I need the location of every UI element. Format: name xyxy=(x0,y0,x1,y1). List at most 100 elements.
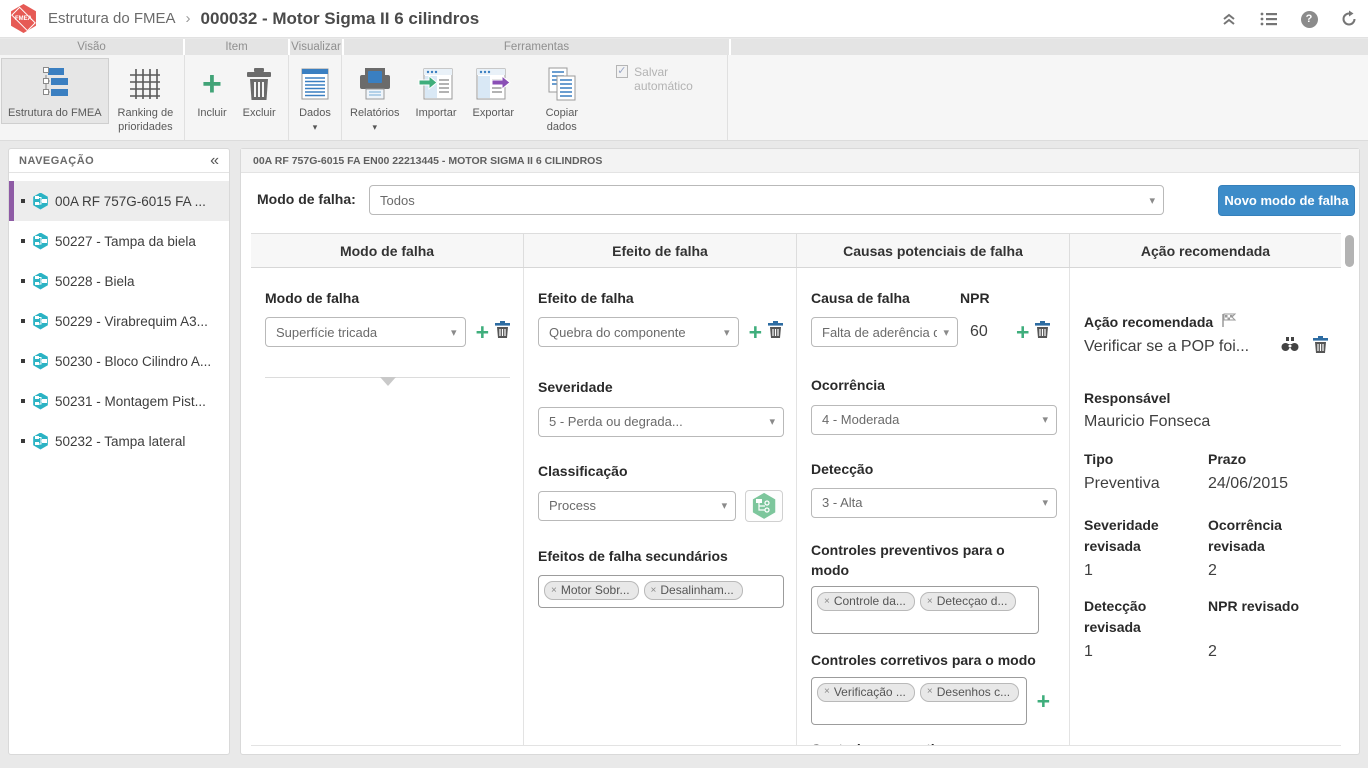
dados-button[interactable]: Dados ▾ xyxy=(292,58,338,134)
controles-preventivos-causa-label: Controles preventivos para a causa xyxy=(811,739,1031,745)
add-causa-icon[interactable]: + xyxy=(1016,322,1029,342)
acao-label: Ação recomendada xyxy=(1084,312,1213,332)
dropdown-caret-icon: ▾ xyxy=(943,326,949,339)
scrollbar-thumb[interactable] xyxy=(1345,235,1354,267)
row-expander[interactable] xyxy=(265,377,510,378)
nav-item-label: 50228 - Biela xyxy=(55,274,135,289)
breadcrumb-separator-icon: › xyxy=(186,10,191,27)
novo-modo-de-falha-button[interactable]: Novo modo de falha xyxy=(1218,185,1355,216)
tipo-value: Preventiva xyxy=(1084,475,1208,493)
bullet-icon xyxy=(21,359,25,363)
modo-de-falha-filter-select[interactable]: Todos ▾ xyxy=(369,185,1164,215)
exportar-button[interactable]: Exportar xyxy=(466,58,522,124)
column-header-modo: Modo de falha xyxy=(251,234,524,267)
collapse-panel-icon[interactable]: « xyxy=(210,154,219,168)
nav-item-5[interactable]: 50231 - Montagem Pist... xyxy=(9,381,229,421)
severidade-select[interactable]: 5 - Perda ou degrada... ▾ xyxy=(538,407,784,437)
prazo-value: 24/06/2015 xyxy=(1208,475,1328,493)
causa-label: Causa de falha xyxy=(811,288,960,308)
efeito-select[interactable]: Quebra do componente ▾ xyxy=(538,317,739,347)
acao-text[interactable]: Verificar se a POP foi... xyxy=(1084,338,1275,356)
help-icon[interactable]: ? xyxy=(1300,10,1318,28)
classificacao-select[interactable]: Process ▾ xyxy=(538,491,736,521)
ribbon-group-item: Item xyxy=(185,39,288,55)
vertical-scrollbar[interactable] xyxy=(1345,235,1354,744)
list-menu-icon[interactable] xyxy=(1260,10,1278,28)
add-modo-icon[interactable]: + xyxy=(476,322,489,342)
ocorrencia-select[interactable]: 4 - Moderada ▾ xyxy=(811,405,1057,435)
relatorios-button[interactable]: Relatórios ▾ xyxy=(343,58,407,134)
delete-acao-trash-icon[interactable] xyxy=(1313,336,1328,358)
severidade-label: Severidade xyxy=(538,377,783,397)
tag: ×Detecçao d... xyxy=(920,592,1017,611)
ranking-prioridades-button[interactable]: Ranking de prioridades xyxy=(111,58,181,138)
remove-tag-icon[interactable]: × xyxy=(551,585,557,596)
controles-preventivos-modo-label: Controles preventivos para o modo xyxy=(811,540,1031,581)
component-hexagon-icon xyxy=(32,193,49,210)
efeitos-secundarios-tagbox[interactable]: ×Motor Sobr... ×Desalinham... xyxy=(538,575,784,608)
tag: ×Verificação ... xyxy=(817,683,915,702)
printer-icon xyxy=(357,64,393,104)
add-efeito-icon[interactable]: + xyxy=(749,322,762,342)
component-header: 00A RF 757G-6015 FA EN00 22213445 - MOTO… xyxy=(241,149,1359,173)
delete-efeito-trash-icon[interactable] xyxy=(768,321,783,343)
component-hexagon-icon xyxy=(32,233,49,250)
efeito-de-falha-column: Efeito de falha Quebra do componente ▾ +… xyxy=(524,268,797,745)
nav-item-label: 50231 - Montagem Pist... xyxy=(55,394,206,409)
page-title: 000032 - Motor Sigma II 6 cilindros xyxy=(201,9,480,29)
npr-label: NPR xyxy=(960,288,1056,308)
fmea-columns: Modo de falha Efeito de falha Causas pot… xyxy=(251,233,1341,746)
refresh-icon[interactable] xyxy=(1340,10,1358,28)
tag: ×Motor Sobr... xyxy=(544,581,639,600)
severidade-revisada-value: 1 xyxy=(1084,562,1208,580)
dropdown-caret-icon: ▾ xyxy=(313,123,318,131)
importar-button[interactable]: Importar xyxy=(409,58,464,124)
deteccao-select[interactable]: 3 - Alta ▾ xyxy=(811,488,1057,518)
controles-corretivos-modo-tagbox[interactable]: ×Verificação ... ×Desenhos c... xyxy=(811,677,1027,725)
modo-de-falha-filter-label: Modo de falha: xyxy=(257,191,356,207)
autosave-checkbox[interactable]: ✓ xyxy=(616,65,629,78)
modo-select[interactable]: Superfície tricada ▾ xyxy=(265,317,466,347)
remove-tag-icon[interactable]: × xyxy=(927,686,933,697)
ocorrencia-label: Ocorrência xyxy=(811,375,1056,395)
causas-column: Causa de falha NPR Falta de aderência d.… xyxy=(797,268,1070,745)
structure-hexagon-icon xyxy=(751,493,777,519)
tree-structure-icon xyxy=(38,64,72,104)
deteccao-revisada-label: Detecção revisada xyxy=(1084,596,1176,638)
nav-item-2[interactable]: 50228 - Biela xyxy=(9,261,229,301)
column-header-acao: Ação recomendada xyxy=(1070,234,1341,267)
nav-item-0[interactable]: 00A RF 757G-6015 FA ... xyxy=(9,181,229,221)
estrutura-fmea-button[interactable]: Estrutura do FMEA xyxy=(1,58,109,124)
remove-tag-icon[interactable]: × xyxy=(651,585,657,596)
add-controle-icon[interactable]: + xyxy=(1037,691,1050,711)
copiar-dados-button[interactable]: Copiar dados xyxy=(523,58,600,138)
breadcrumb-root[interactable]: Estrutura do FMEA xyxy=(48,10,176,27)
ribbon-toolbar: Visão Item Visualizar Ferramentas Estrut… xyxy=(0,39,1368,141)
incluir-button[interactable]: + Incluir xyxy=(190,58,233,124)
nav-item-label: 50230 - Bloco Cilindro A... xyxy=(55,354,211,369)
remove-tag-icon[interactable]: × xyxy=(824,596,830,607)
remove-tag-icon[interactable]: × xyxy=(927,596,933,607)
prazo-label: Prazo xyxy=(1208,449,1328,470)
component-hexagon-icon xyxy=(32,313,49,330)
component-hexagon-icon xyxy=(32,393,49,410)
nav-item-3[interactable]: 50229 - Virabrequim A3... xyxy=(9,301,229,341)
nav-item-6[interactable]: 50232 - Tampa lateral xyxy=(9,421,229,461)
delete-modo-trash-icon[interactable] xyxy=(495,321,510,343)
bullet-icon xyxy=(21,199,25,203)
nav-item-4[interactable]: 50230 - Bloco Cilindro A... xyxy=(9,341,229,381)
delete-causa-trash-icon[interactable] xyxy=(1035,321,1050,343)
controles-preventivos-modo-tagbox[interactable]: ×Controle da... ×Detecçao d... xyxy=(811,586,1039,634)
remove-tag-icon[interactable]: × xyxy=(824,686,830,697)
causa-select[interactable]: Falta de aderência d... ▾ xyxy=(811,317,958,347)
classificacao-structure-button[interactable] xyxy=(745,490,783,522)
search-binoculars-icon[interactable] xyxy=(1281,337,1299,357)
dropdown-caret-icon: ▾ xyxy=(1042,496,1048,509)
autosave-label: Salvar automático xyxy=(634,65,727,93)
collapse-ribbon-icon[interactable] xyxy=(1220,10,1238,28)
navigation-title: NAVEGAÇÃO xyxy=(19,155,210,167)
excluir-button[interactable]: Excluir xyxy=(236,58,283,124)
classificacao-label: Classificação xyxy=(538,461,783,481)
ocorrencia-revisada-label: Ocorrência revisada xyxy=(1208,515,1300,557)
nav-item-1[interactable]: 50227 - Tampa da biela xyxy=(9,221,229,261)
